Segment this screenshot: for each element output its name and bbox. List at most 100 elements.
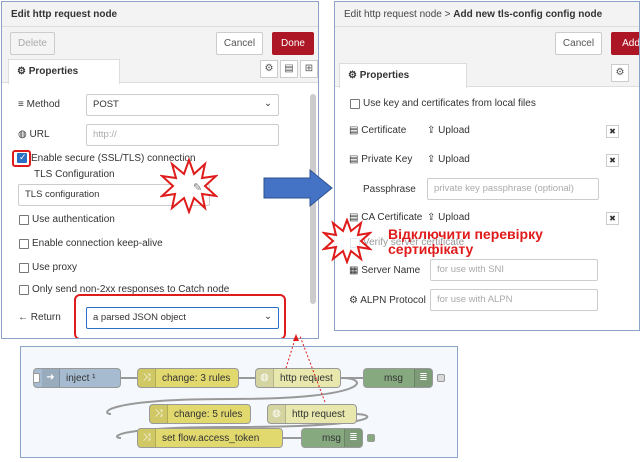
annotation-line2: сертифікату: [388, 241, 474, 257]
shuffle-icon: ⤨: [138, 429, 156, 447]
use-auth-checkbox[interactable]: [19, 215, 29, 225]
cancel-button[interactable]: Cancel: [216, 32, 263, 55]
tls-config-select[interactable]: TLS configuration: [18, 184, 178, 206]
debug-node[interactable]: msg ≣: [363, 368, 433, 388]
flow-canvas: ➜ inject ¹ ⤨ change: 3 rules ◍ http requ…: [20, 346, 458, 458]
upload-icon: ⇪: [427, 154, 436, 165]
svg-text:✎: ✎: [193, 181, 202, 194]
delete-button[interactable]: Delete: [10, 32, 55, 55]
use-auth-label: Use authentication: [32, 214, 115, 225]
globe-icon: ◍: [18, 129, 27, 140]
non2xx-checkbox[interactable]: [19, 285, 29, 295]
http-request-node[interactable]: ◍ http request: [255, 368, 341, 388]
certificate-upload[interactable]: ⇪ Upload: [427, 125, 470, 136]
url-input[interactable]: http://: [86, 124, 279, 146]
tab-properties[interactable]: ⚙ Properties: [339, 63, 467, 88]
debug-toggle[interactable]: [367, 434, 375, 442]
shuffle-icon: ⤨: [150, 405, 168, 423]
method-label: ≡ Method: [18, 99, 60, 110]
gear-icon: ⚙: [348, 70, 357, 81]
breadcrumb-current: Add new tls-config config node: [453, 9, 603, 20]
description-icon[interactable]: ▤: [280, 60, 298, 78]
breadcrumb-parent[interactable]: Edit http request node: [344, 9, 442, 20]
alpn-input[interactable]: for use with ALPN: [430, 289, 598, 311]
verify-explosion-marker: [322, 218, 372, 264]
keepalive-label: Enable connection keep-alive: [32, 238, 163, 249]
explosion-marker: ✎: [160, 158, 218, 214]
inject-button[interactable]: [34, 373, 40, 383]
method-select[interactable]: POST ⌄: [86, 94, 279, 116]
settings-icon[interactable]: ⚙: [260, 60, 278, 78]
server-icon: ▦: [349, 265, 359, 276]
proxy-checkbox[interactable]: [19, 263, 29, 273]
tab-properties-label: Properties: [359, 70, 410, 81]
return-select[interactable]: a parsed JSON object ⌄: [86, 307, 279, 329]
http-request-node[interactable]: ◍ http request: [267, 404, 357, 424]
arrow-left-icon: ←: [18, 312, 28, 323]
dialog2-title: Edit http request node > Add new tls-con…: [335, 2, 639, 27]
upload-icon: ⇪: [427, 212, 436, 223]
node-label: inject ¹: [66, 373, 96, 384]
passphrase-input[interactable]: private key passphrase (optional): [427, 178, 599, 200]
globe-icon: ◍: [268, 405, 286, 423]
settings-icon[interactable]: ⚙: [611, 64, 629, 82]
return-label: ← Return: [18, 312, 61, 323]
private-key-clear-button[interactable]: ✖: [606, 154, 619, 167]
node-label: set flow.access_token: [162, 433, 260, 444]
annotation-text: Відключити перевірку сертифікату: [388, 227, 543, 257]
certificate-label: ▤ Certificate: [349, 125, 407, 136]
node-label: msg: [384, 373, 403, 384]
tab-bar: ⚙ Properties ⚙ ▤ ⊞: [2, 55, 318, 84]
alpn-label: ⚙ ALPN Protocol: [349, 295, 426, 306]
debug-node[interactable]: msg ≣: [301, 428, 363, 448]
node-label: change: 5 rules: [174, 409, 243, 420]
chevron-down-icon: ⌄: [264, 311, 272, 322]
flow-arrow: [263, 168, 333, 208]
breadcrumb-separator: >: [444, 9, 451, 20]
done-button[interactable]: Done: [272, 32, 314, 55]
cancel-button[interactable]: Cancel: [555, 32, 602, 55]
file-icon: ▤: [349, 125, 359, 136]
add-button[interactable]: Add: [611, 32, 639, 55]
node-label: change: 3 rules: [162, 373, 231, 384]
node-label: http request: [292, 409, 345, 420]
passphrase-label: Passphrase: [363, 184, 416, 195]
change-node[interactable]: ⤨ change: 3 rules: [137, 368, 239, 388]
change-node[interactable]: ⤨ set flow.access_token: [137, 428, 283, 448]
ca-upload[interactable]: ⇪ Upload: [427, 212, 470, 223]
node-label: http request: [280, 373, 333, 384]
private-key-upload[interactable]: ⇪ Upload: [427, 154, 470, 165]
tab-bar: ⚙ Properties ⚙: [335, 59, 639, 88]
dialog2-button-bar: Cancel Add: [335, 27, 639, 61]
proxy-label: Use proxy: [32, 262, 78, 273]
url-label: ◍ URL: [18, 129, 50, 140]
keepalive-checkbox[interactable]: [19, 239, 29, 249]
server-name-label: ▦ Server Name: [349, 265, 421, 276]
local-files-checkbox[interactable]: [350, 99, 360, 109]
upload-icon: ⇪: [427, 125, 436, 136]
server-name-input[interactable]: for use with SNI: [430, 259, 598, 281]
chevron-down-icon: ⌄: [264, 98, 272, 109]
certificate-clear-button[interactable]: ✖: [606, 125, 619, 138]
ssl-checkbox[interactable]: [17, 152, 27, 163]
gear-icon: ⚙: [17, 66, 26, 77]
debug-toggle[interactable]: [437, 374, 445, 382]
list-icon: ≡: [18, 99, 24, 110]
arrow-right-icon: ➜: [42, 369, 60, 387]
change-node[interactable]: ⤨ change: 5 rules: [149, 404, 251, 424]
file-icon: ▤: [349, 154, 359, 165]
tab-properties[interactable]: ⚙ Properties: [8, 59, 120, 84]
globe-icon: ◍: [256, 369, 274, 387]
inject-node[interactable]: ➜ inject ¹: [33, 368, 121, 388]
dialog-title: Edit http request node: [2, 2, 318, 27]
appearance-icon[interactable]: ⊞: [300, 60, 318, 78]
tls-config-dialog: Edit http request node > Add new tls-con…: [334, 1, 640, 331]
annotation-line1: Відключити перевірку: [388, 226, 543, 242]
list-icon: ≣: [414, 369, 432, 387]
tab-properties-label: Properties: [28, 66, 79, 77]
cogs-icon: ⚙: [349, 295, 358, 306]
list-icon: ≣: [344, 429, 362, 447]
ca-clear-button[interactable]: ✖: [606, 212, 619, 225]
private-key-label: ▤ Private Key: [349, 154, 413, 165]
tls-config-label: TLS Configuration: [34, 169, 115, 180]
